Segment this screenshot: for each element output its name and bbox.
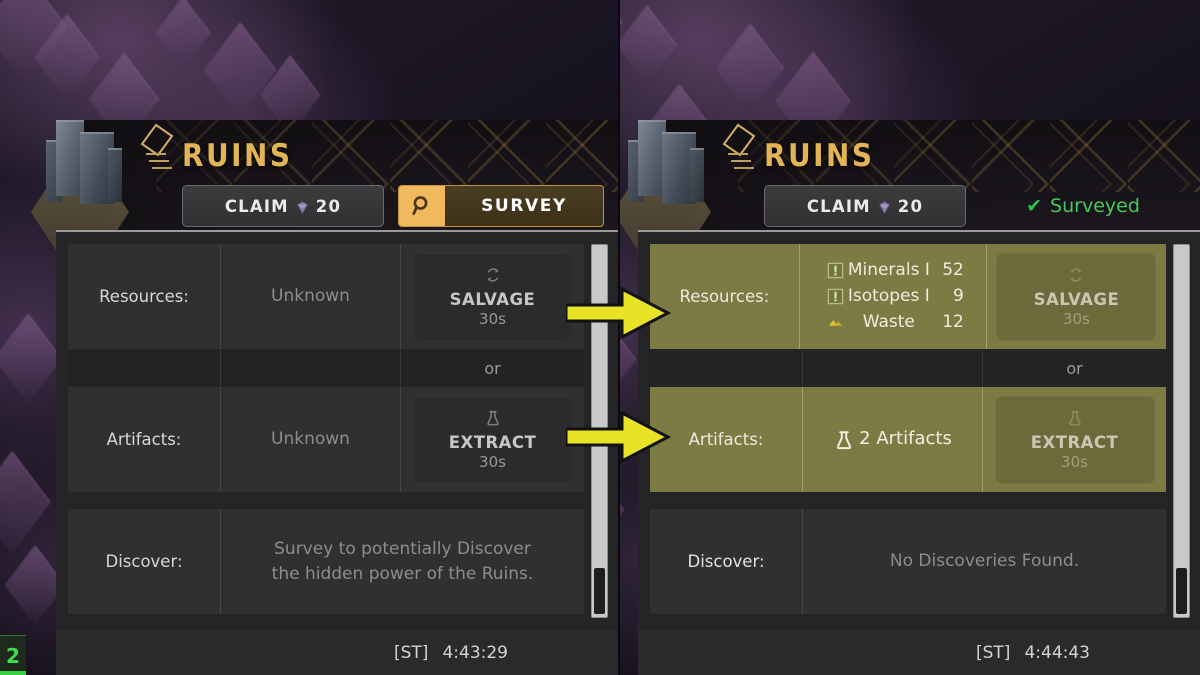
resource-name: Waste — [862, 312, 915, 333]
gem-icon — [877, 200, 892, 215]
survey-label: SURVEY — [481, 196, 567, 216]
or-label: or — [400, 351, 584, 385]
flask-icon — [1066, 409, 1084, 431]
extract-button[interactable]: EXTRACT 30s — [412, 395, 573, 484]
status-time: 4:43:29 — [442, 642, 508, 663]
extract-label: EXTRACT — [1030, 432, 1119, 452]
salvage-button[interactable]: SALVAGE 30s — [412, 252, 573, 341]
site-action-buttons-after: CLAIM 20 ✔ Surveyed — [764, 185, 1186, 227]
claim-cost: 20 — [897, 196, 924, 216]
salvage-cell: SALVAGE 30s — [400, 244, 584, 349]
list-item: Waste 12 — [826, 310, 964, 336]
row-artifacts: Artifacts: Unknown EXTRACT 30s — [68, 387, 584, 492]
resource-list: Minerals I 52 Isotopes I 9 Waste 12 — [800, 258, 986, 336]
status-bar-before: [ST] 4:43:29 — [56, 630, 618, 675]
isotopes-icon — [826, 287, 845, 306]
discover-value: No Discoveries Found. — [802, 509, 1166, 614]
list-item: Isotopes I 9 — [826, 284, 964, 310]
surveyed-label: Surveyed — [1050, 195, 1140, 217]
claim-button[interactable]: CLAIM 20 — [182, 185, 384, 227]
magnifier-icon — [399, 186, 445, 226]
artifacts-value-cell: 2 Artifacts — [802, 387, 982, 492]
or-label: or — [982, 351, 1166, 385]
surveyed-status-badge: ✔ Surveyed — [980, 185, 1186, 227]
claim-cost: 20 — [315, 196, 342, 216]
salvage-time: 30s — [479, 309, 506, 328]
screenshot-root: RUINS CLAIM 20 SURVEY Resources: Unknown… — [0, 0, 1200, 675]
status-bar-after: [ST] 4:44:43 — [638, 630, 1200, 675]
resources-value: Unknown — [220, 244, 400, 349]
check-icon: ✔ — [1026, 195, 1043, 217]
resource-qty: 9 — [953, 286, 964, 307]
flask-icon — [833, 429, 855, 451]
claim-button[interactable]: CLAIM 20 — [764, 185, 966, 227]
rank-diamond-icon — [136, 122, 178, 176]
discover-label: Discover: — [105, 552, 183, 571]
artifacts-label: Artifacts: — [688, 430, 764, 449]
corner-badge-value: 2 — [6, 643, 20, 668]
site-detail-sheet-after: Resources: Minerals I 52 Isotopes I 9 Wa… — [638, 230, 1200, 630]
status-zone: [ST] — [976, 642, 1011, 663]
extract-label: EXTRACT — [448, 432, 537, 452]
page-title: RUINS — [764, 138, 875, 174]
salvage-time: 30s — [1062, 309, 1090, 328]
corner-count-badge[interactable]: 2 — [0, 635, 26, 675]
extract-cell: EXTRACT 30s — [982, 387, 1166, 492]
row-resources: Resources: Minerals I 52 Isotopes I 9 Wa… — [650, 244, 1166, 349]
recycle-icon — [484, 266, 502, 288]
extract-cell: EXTRACT 30s — [400, 387, 584, 492]
status-zone: [ST] — [394, 642, 429, 663]
salvage-label: SALVAGE — [449, 289, 536, 309]
claim-label: CLAIM — [806, 196, 871, 216]
row-resources: Resources: Unknown SALVAGE 30s — [68, 244, 584, 349]
resources-value: Minerals I 52 Isotopes I 9 Waste 12 — [798, 244, 986, 349]
panel-after-survey: RUINS CLAIM 20 ✔ Surveyed Resources: Min… — [618, 0, 1200, 675]
row-artifacts: Artifacts: 2 Artifacts EXTRACT 30s — [650, 387, 1166, 492]
or-divider-row: or — [650, 351, 1166, 385]
salvage-label: SALVAGE — [1033, 289, 1120, 309]
survey-button[interactable]: SURVEY — [398, 185, 604, 227]
artifacts-value: 2 Artifacts — [859, 428, 952, 450]
resource-qty: 12 — [942, 312, 964, 333]
rank-diamond-icon — [718, 122, 760, 176]
gem-icon — [295, 200, 310, 215]
flask-icon — [484, 409, 502, 431]
status-time: 4:44:43 — [1024, 642, 1090, 663]
waste-icon — [826, 313, 845, 332]
resource-name: Isotopes I — [847, 286, 930, 307]
scrollbar-thumb[interactable] — [594, 568, 605, 614]
row-discover: Discover: Survey to potentially Discover… — [68, 509, 584, 614]
resources-label: Resources: — [679, 287, 770, 306]
arrow-to-resources — [566, 284, 672, 342]
salvage-cell: SALVAGE 30s — [985, 244, 1166, 349]
page-title: RUINS — [182, 138, 293, 174]
detail-scrollbar[interactable] — [1173, 244, 1190, 618]
recycle-icon — [1067, 266, 1085, 288]
list-item: Minerals I 52 — [826, 258, 964, 284]
artifacts-label: Artifacts: — [106, 430, 182, 449]
extract-time: 30s — [1061, 452, 1088, 471]
minerals-icon — [826, 261, 845, 280]
or-divider-row: or — [68, 351, 584, 385]
site-action-buttons-before: CLAIM 20 SURVEY — [182, 185, 604, 227]
resource-name: Minerals I — [847, 260, 930, 281]
resources-label: Resources: — [99, 287, 189, 306]
discover-label: Discover: — [687, 552, 765, 571]
extract-button[interactable]: EXTRACT 30s — [994, 395, 1155, 484]
site-detail-sheet-before: Resources: Unknown SALVAGE 30s or Artifa… — [56, 230, 618, 630]
extract-time: 30s — [479, 452, 506, 471]
artifacts-value: Unknown — [220, 387, 400, 492]
salvage-button[interactable]: SALVAGE 30s — [996, 252, 1157, 341]
scrollbar-thumb[interactable] — [1176, 568, 1187, 614]
arrow-to-artifacts — [566, 408, 672, 466]
claim-label: CLAIM — [224, 196, 289, 216]
discover-value: Survey to potentially Discover the hidde… — [220, 509, 584, 614]
panel-before-survey: RUINS CLAIM 20 SURVEY Resources: Unknown… — [0, 0, 618, 675]
row-discover: Discover: No Discoveries Found. — [650, 509, 1166, 614]
resource-qty: 52 — [942, 260, 964, 281]
